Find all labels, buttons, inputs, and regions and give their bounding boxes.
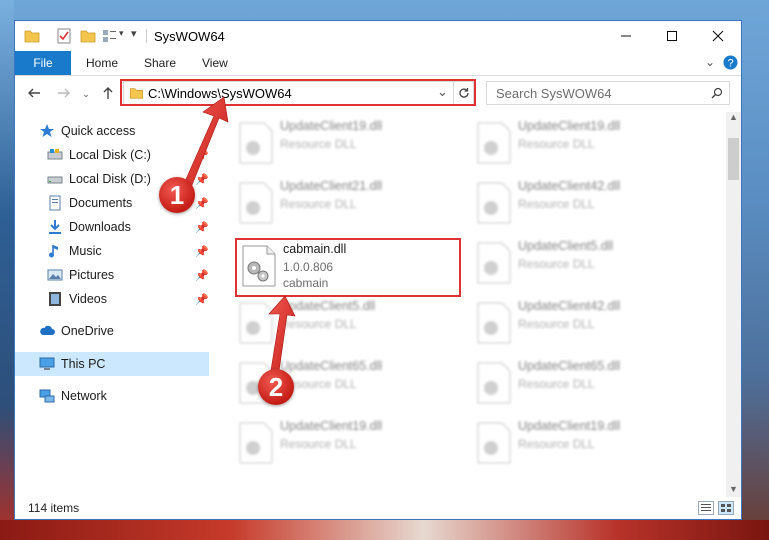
step-1-badge: 1 [159, 177, 195, 213]
annotation-arrows [182, 96, 296, 372]
arrow-to-cabmain [268, 295, 296, 372]
step-2-badge: 2 [258, 369, 294, 405]
arrow-to-address-bar [182, 96, 229, 191]
